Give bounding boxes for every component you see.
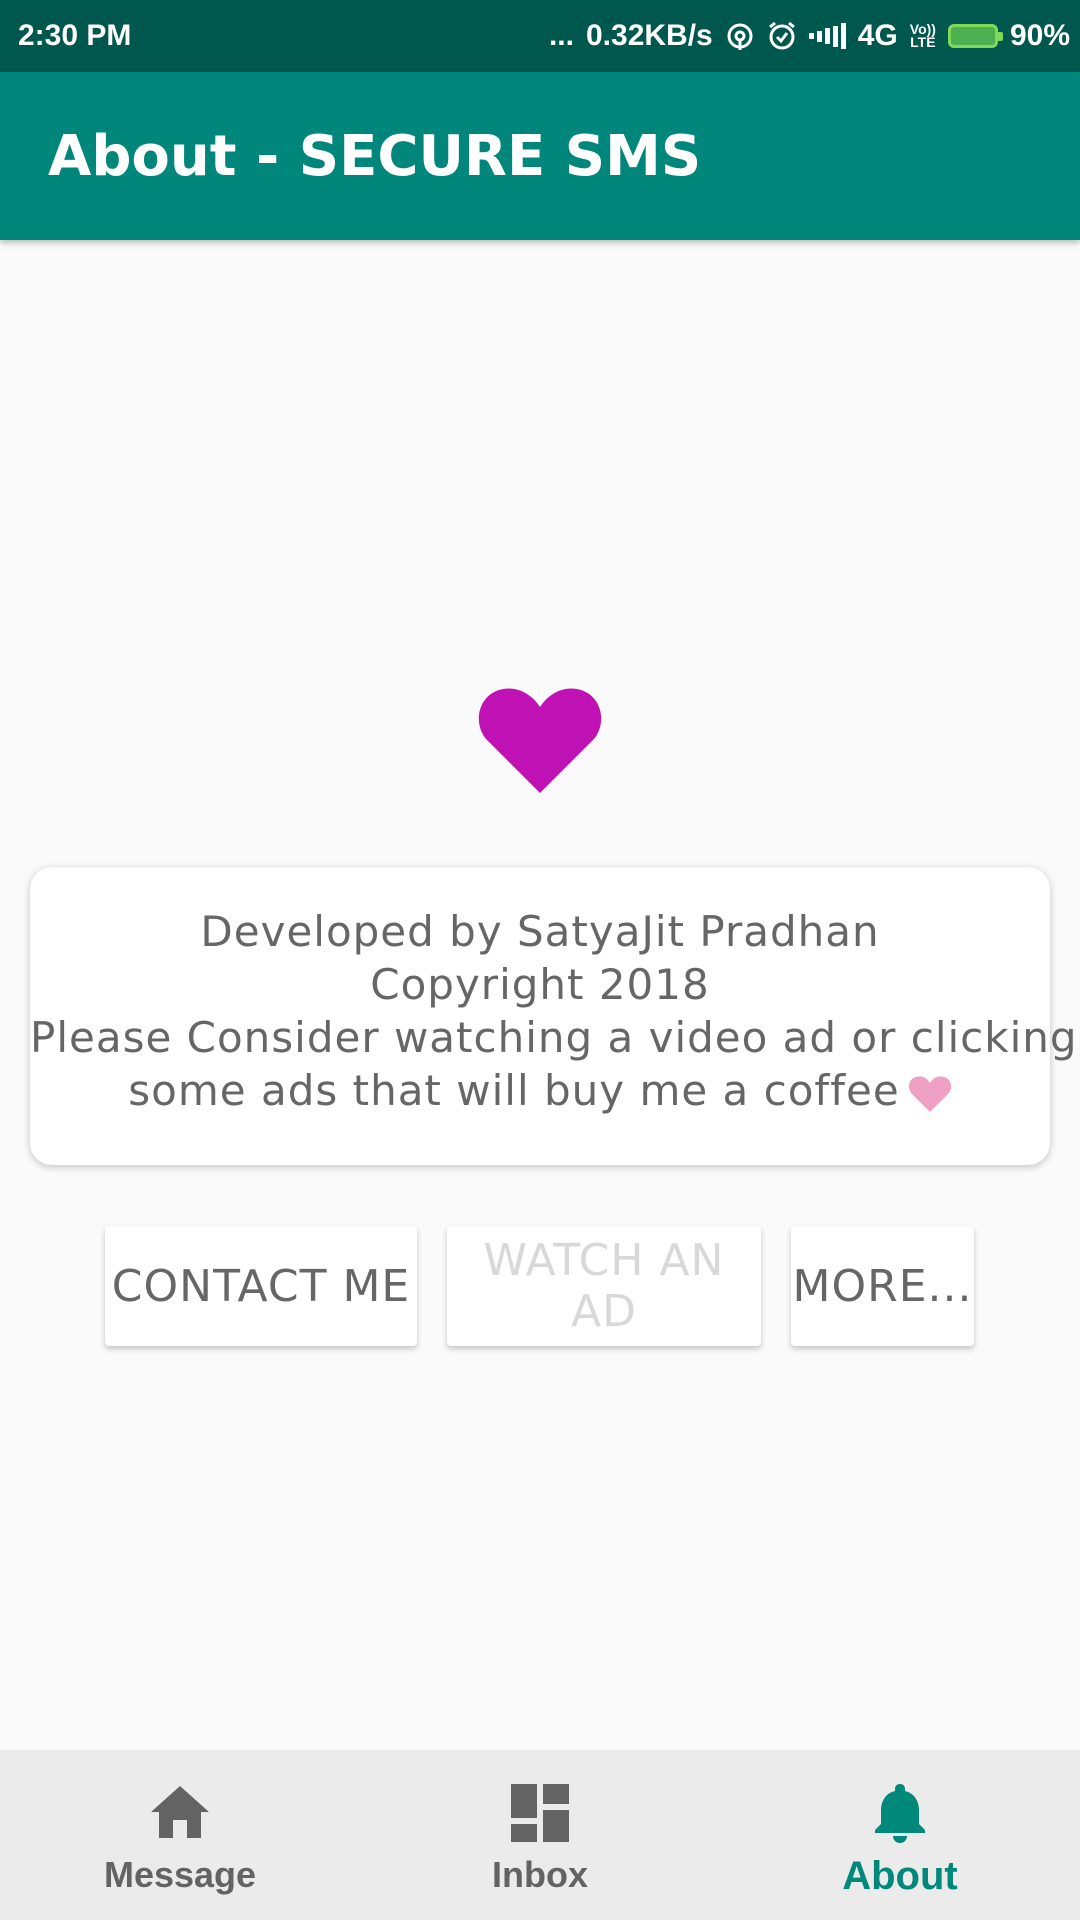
- heart-icon: [908, 1075, 951, 1112]
- dashboard-icon: [511, 1784, 569, 1842]
- status-bar: 2:30 PM ... 0.32KB/s 4G Vo)) LTE 90%: [0, 0, 1080, 72]
- hotspot-icon: [725, 21, 755, 51]
- nav-label-inbox: Inbox: [492, 1854, 588, 1895]
- nav-item-about[interactable]: About: [720, 1750, 1080, 1920]
- alarm-icon: [767, 21, 797, 51]
- heart-icon: [478, 688, 602, 793]
- nav-item-message[interactable]: Message: [0, 1750, 360, 1920]
- watch-ad-button[interactable]: WATCH AN AD: [447, 1226, 761, 1346]
- status-icons: ... 0.32KB/s 4G Vo)) LTE 90%: [549, 19, 1070, 53]
- battery-percent: 90%: [1009, 19, 1070, 52]
- status-time: 2:30 PM: [18, 19, 132, 52]
- support-text-line2-wrap: some ads that will buy me a coffee: [30, 1064, 1050, 1117]
- page-title: About - SECURE SMS: [48, 123, 702, 189]
- app-bar: About - SECURE SMS: [0, 72, 1080, 240]
- info-card: Developed by SatyaJit Pradhan Copyright …: [30, 867, 1078, 1165]
- signal-icon: [808, 23, 846, 49]
- battery-charging-icon: [947, 24, 1003, 48]
- volte-bottom: LTE: [910, 34, 936, 50]
- contact-me-button[interactable]: CONTACT ME: [105, 1226, 417, 1346]
- status-dots: ...: [548, 19, 574, 52]
- bell-icon: [875, 1784, 925, 1843]
- home-icon: [151, 1786, 209, 1838]
- bottom-navigation: Message Inbox About: [0, 1750, 1080, 1920]
- nav-item-inbox[interactable]: Inbox: [360, 1750, 720, 1920]
- network-speed: 0.32KB/s: [585, 19, 713, 52]
- volte-icon: Vo)) LTE: [910, 22, 936, 50]
- support-text-line2: some ads that will buy me a coffee: [128, 1066, 900, 1115]
- nav-label-about: About: [842, 1854, 958, 1898]
- more-button[interactable]: MORE...: [791, 1226, 974, 1346]
- nav-label-message: Message: [103, 1854, 257, 1895]
- network-type: 4G: [857, 19, 898, 52]
- support-text-line1: Please Consider watching a video ad or c…: [30, 1013, 1078, 1062]
- copyright-text: Copyright 2018: [370, 960, 710, 1009]
- developer-text: Developed by SatyaJit Pradhan: [200, 907, 880, 956]
